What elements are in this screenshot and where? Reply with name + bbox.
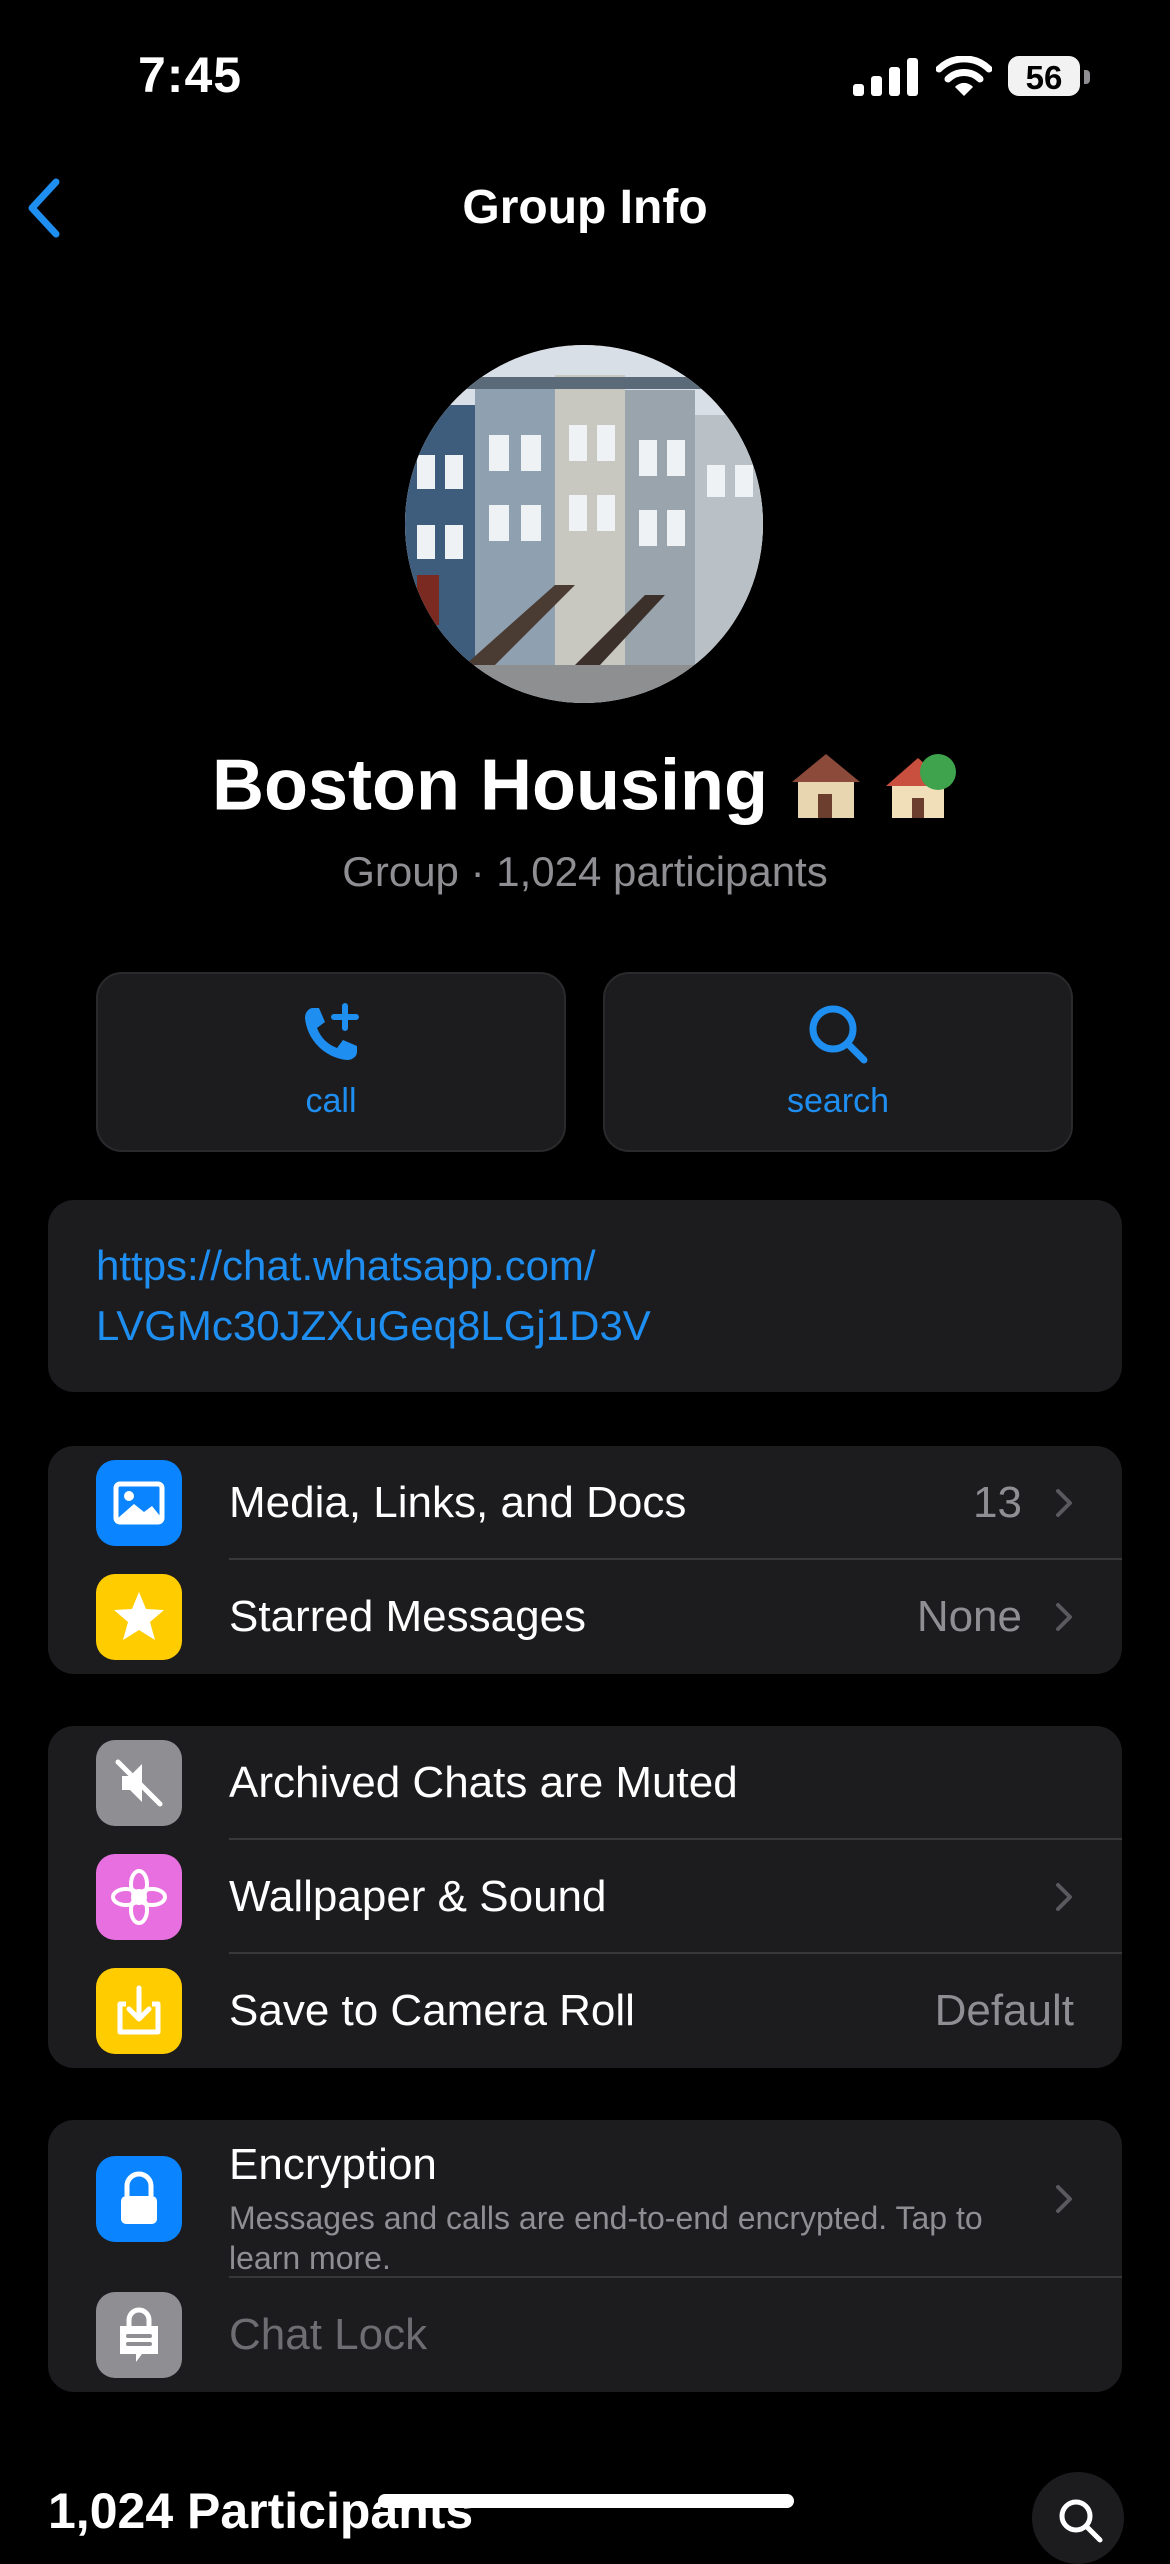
encryption-row[interactable]: Encryption Messages and calls are end-to… [48,2120,1122,2278]
lock-icon [96,2156,182,2242]
chat-lock-row[interactable]: Chat Lock [48,2278,1122,2392]
archived-muted-label: Archived Chats are Muted [229,1758,738,1807]
chat-lock-label: Chat Lock [229,2310,428,2359]
muted-speaker-icon [96,1740,182,1826]
participants-header: 1,024 Participants [48,2483,474,2539]
settings-section: Archived Chats are Muted Wallpaper & Sou… [48,1726,1122,2068]
wallpaper-sound-row[interactable]: Wallpaper & Sound [48,1840,1122,1954]
media-count: 13 [973,1478,1022,1527]
save-camera-roll-row[interactable]: Save to Camera Roll Default [48,1954,1122,2068]
starred-value: None [916,1592,1022,1641]
group-avatar[interactable] [405,345,763,703]
starred-messages-label: Starred Messages [229,1592,587,1641]
chevron-right-icon [1056,1883,1072,1911]
invite-link-line1[interactable]: https://chat.whatsapp.com/ [96,1236,1074,1296]
group-name-text: Boston Housing [212,745,768,826]
status-time: 7:45 [138,47,243,103]
group-name: Boston Housing [0,742,1170,839]
media-links-docs-label: Media, Links, and Docs [229,1478,687,1527]
media-section: Media, Links, and Docs 13 Starred Messag… [48,1446,1122,1674]
participants-search-button[interactable] [1032,2472,1124,2564]
invite-link-line2[interactable]: LVGMc30JZXuGeq8LGj1D3V [96,1296,1074,1356]
battery-cap [1084,70,1090,84]
media-links-docs-row[interactable]: Media, Links, and Docs 13 [48,1446,1122,1560]
starred-messages-row[interactable]: Starred Messages None [48,1560,1122,1674]
photo-icon [96,1460,182,1546]
group-subtitle: Group · 1,024 participants [342,848,828,895]
home-indicator[interactable] [378,2494,794,2508]
search-icon [1059,2499,1103,2543]
houses-emoji-icon [791,754,956,818]
invite-link-card[interactable]: https://chat.whatsapp.com/ LVGMc30JZXuGe… [48,1200,1122,1392]
page-title: Group Info [462,181,708,234]
wallpaper-sound-label: Wallpaper & Sound [229,1872,607,1921]
chevron-right-icon [1056,1603,1072,1631]
encryption-title: Encryption [229,2140,437,2189]
flower-icon [96,1854,182,1940]
search-icon [809,1005,868,1064]
search-button[interactable]: search [603,972,1073,1152]
wifi-icon [936,56,992,96]
chevron-right-icon [1056,1489,1072,1517]
security-section: Encryption Messages and calls are end-to… [48,2120,1122,2392]
cellular-signal-icon [853,58,918,96]
download-icon [96,1968,182,2054]
rowhouses-image [405,345,763,703]
archived-muted-row[interactable]: Archived Chats are Muted [48,1726,1122,1840]
encryption-description: Messages and calls are end-to-end encryp… [229,2200,983,2276]
save-camera-roll-value: Default [934,1986,1074,2035]
search-label: search [786,1082,890,1120]
chat-lock-icon [96,2292,182,2378]
battery-level: 56 [1025,59,1063,96]
house-emoji [788,742,958,839]
save-camera-roll-label: Save to Camera Roll [229,1986,635,2035]
call-label: call [305,1082,357,1120]
chevron-right-icon [1056,2185,1072,2213]
call-button[interactable]: call [96,972,566,1152]
phone-plus-icon [305,1003,359,1060]
battery-indicator: 56 [1008,56,1080,96]
star-icon [96,1574,182,1660]
